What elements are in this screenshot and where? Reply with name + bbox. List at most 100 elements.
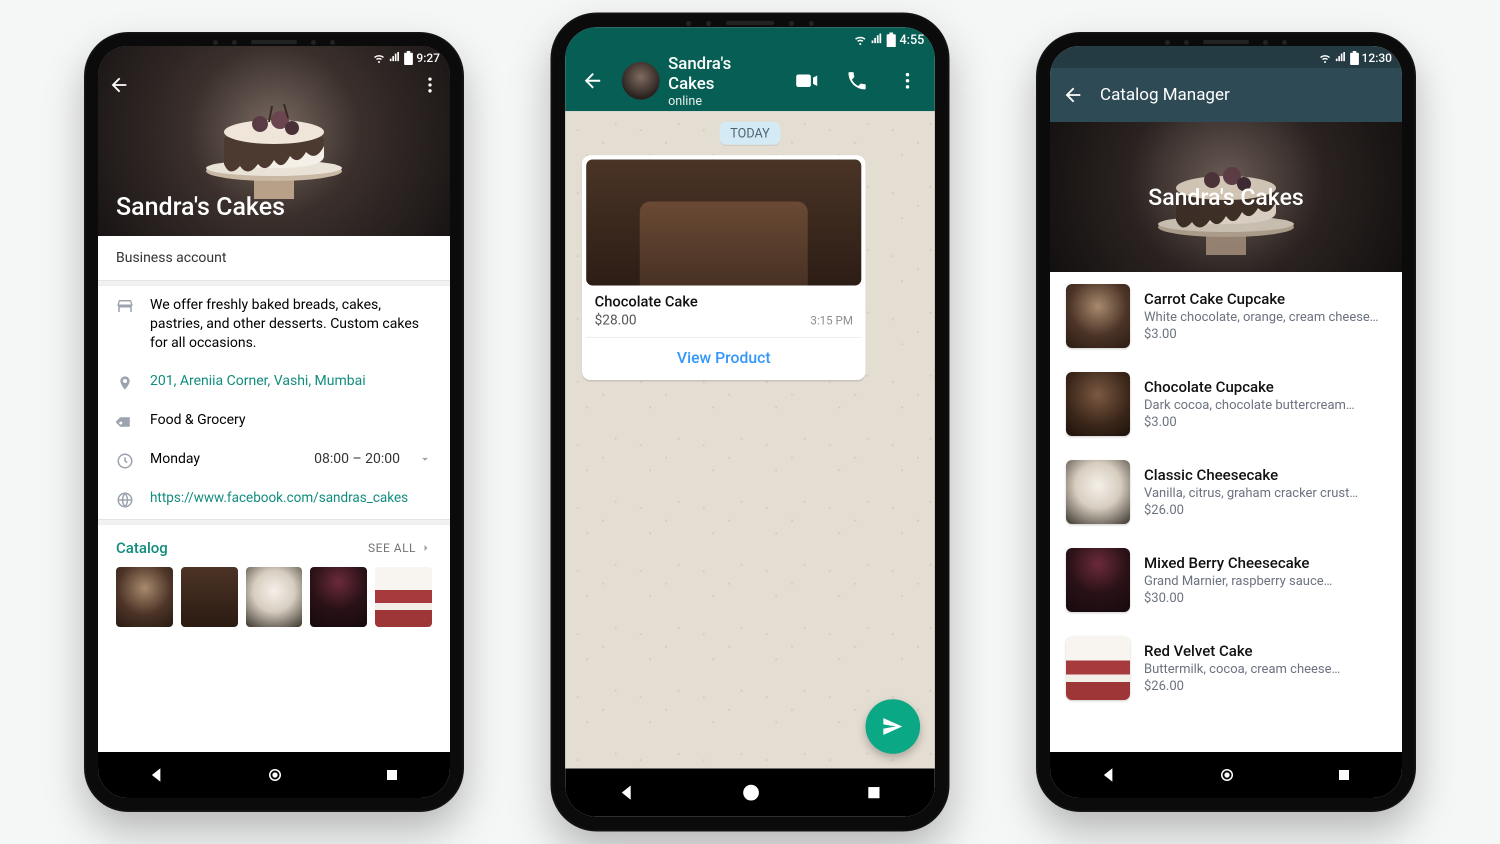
nav-back-icon[interactable] bbox=[617, 783, 636, 802]
status-bar: 4:55 bbox=[565, 27, 935, 50]
product-message-card[interactable]: Chocolate Cake $28.00 3:15 PM View Produ… bbox=[582, 155, 866, 380]
store-icon bbox=[116, 296, 134, 315]
battery-icon bbox=[404, 51, 413, 65]
hours-day: Monday bbox=[150, 451, 200, 467]
signal-icon bbox=[871, 34, 884, 47]
item-name: Red Velvet Cake bbox=[1144, 642, 1340, 660]
send-fab[interactable] bbox=[866, 699, 921, 754]
appbar: Catalog Manager bbox=[1050, 68, 1402, 122]
battery-icon bbox=[887, 32, 896, 47]
date-chip: TODAY bbox=[720, 122, 780, 145]
item-thumb bbox=[1066, 548, 1130, 612]
android-navbar bbox=[565, 769, 935, 817]
chat-status: online bbox=[668, 93, 777, 108]
more-icon[interactable] bbox=[887, 60, 929, 102]
phone-business-profile: 9:27 Sandra's Cakes bbox=[84, 32, 464, 812]
catalog-hero: Sandra's Cakes bbox=[1050, 122, 1402, 272]
nav-recent-icon[interactable] bbox=[384, 767, 400, 783]
android-navbar bbox=[98, 752, 450, 798]
info-description: We offer freshly baked breads, cakes, pa… bbox=[98, 286, 450, 363]
send-icon bbox=[880, 714, 905, 739]
nav-home-icon[interactable] bbox=[1218, 766, 1236, 784]
item-name: Classic Cheesecake bbox=[1144, 466, 1358, 484]
description-text: We offer freshly baked breads, cakes, pa… bbox=[150, 296, 432, 353]
nav-recent-icon[interactable] bbox=[866, 784, 883, 801]
catalog-item[interactable]: Mixed Berry Cheesecake Grand Marnier, ra… bbox=[1050, 536, 1402, 624]
website-link: https://www.facebook.com/sandras_cakes bbox=[150, 490, 408, 506]
catalog-item[interactable]: Chocolate Cupcake Dark cocoa, chocolate … bbox=[1050, 360, 1402, 448]
item-price: $26.00 bbox=[1144, 503, 1358, 518]
catalog-item[interactable]: Carrot Cake Cupcake White chocolate, ora… bbox=[1050, 272, 1402, 360]
more-icon[interactable] bbox=[420, 75, 440, 95]
item-price: $30.00 bbox=[1144, 591, 1332, 606]
item-desc: White chocolate, orange, cream cheese… bbox=[1144, 310, 1379, 325]
hours-times: 08:00 – 20:00 bbox=[314, 451, 400, 467]
item-thumb bbox=[1066, 372, 1130, 436]
chat-title[interactable]: Sandra's Cakes online bbox=[668, 53, 777, 108]
info-hours[interactable]: Monday 08:00 – 20:00 bbox=[98, 441, 450, 480]
info-website[interactable]: https://www.facebook.com/sandras_cakes bbox=[98, 480, 450, 519]
item-thumb bbox=[1066, 636, 1130, 700]
catalog-thumbnails bbox=[98, 565, 450, 635]
catalog-thumb[interactable] bbox=[246, 567, 303, 627]
chevron-right-icon bbox=[420, 542, 432, 554]
item-thumb bbox=[1066, 284, 1130, 348]
nav-recent-icon[interactable] bbox=[1336, 767, 1352, 783]
item-desc: Grand Marnier, raspberry sauce… bbox=[1144, 574, 1332, 589]
nav-home-icon[interactable] bbox=[266, 766, 284, 784]
battery-icon bbox=[1350, 51, 1359, 65]
info-category: Food & Grocery bbox=[98, 402, 450, 441]
product-name: Chocolate Cake bbox=[595, 294, 698, 311]
back-icon[interactable] bbox=[108, 74, 130, 96]
catalog-item[interactable]: Red Velvet Cake Buttermilk, cocoa, cream… bbox=[1050, 624, 1402, 712]
hero-cake-illustration bbox=[184, 76, 364, 206]
catalog-heading: Catalog bbox=[116, 539, 168, 557]
item-price: $3.00 bbox=[1144, 415, 1355, 430]
back-icon[interactable] bbox=[572, 60, 614, 102]
video-call-icon[interactable] bbox=[786, 60, 828, 102]
product-image bbox=[586, 160, 861, 286]
wifi-icon bbox=[853, 34, 868, 47]
wifi-icon bbox=[372, 52, 386, 64]
nav-back-icon[interactable] bbox=[1100, 766, 1118, 784]
item-name: Mixed Berry Cheesecake bbox=[1144, 554, 1332, 572]
item-desc: Buttermilk, cocoa, cream cheese… bbox=[1144, 662, 1340, 677]
nav-home-icon[interactable] bbox=[741, 782, 762, 803]
signal-icon bbox=[1335, 52, 1347, 64]
signal-icon bbox=[389, 52, 401, 64]
profile-hero: 9:27 Sandra's Cakes bbox=[98, 46, 450, 236]
android-navbar bbox=[1050, 752, 1402, 798]
status-bar: 9:27 bbox=[98, 46, 450, 68]
view-product-button[interactable]: View Product bbox=[586, 337, 861, 376]
chat-avatar[interactable] bbox=[622, 62, 660, 100]
nav-back-icon[interactable] bbox=[148, 766, 166, 784]
product-price: $28.00 bbox=[586, 313, 645, 337]
item-thumb bbox=[1066, 460, 1130, 524]
status-time: 4:55 bbox=[899, 32, 924, 47]
location-icon bbox=[116, 373, 134, 392]
status-time: 12:30 bbox=[1362, 51, 1392, 65]
catalog-business-name: Sandra's Cakes bbox=[1148, 184, 1303, 211]
category-text: Food & Grocery bbox=[150, 412, 245, 428]
info-address[interactable]: 201, Areniia Corner, Vashi, Mumbai bbox=[98, 363, 450, 402]
wifi-icon bbox=[1318, 52, 1332, 64]
back-icon[interactable] bbox=[1062, 84, 1084, 106]
item-price: $3.00 bbox=[1144, 327, 1379, 342]
business-name: Sandra's Cakes bbox=[116, 193, 285, 222]
catalog-item[interactable]: Classic Cheesecake Vanilla, citrus, grah… bbox=[1050, 448, 1402, 536]
catalog-thumb[interactable] bbox=[310, 567, 367, 627]
clock-icon bbox=[116, 451, 134, 470]
catalog-thumb[interactable] bbox=[375, 567, 432, 627]
see-all-button[interactable]: SEE ALL bbox=[368, 541, 432, 555]
catalog-thumb[interactable] bbox=[181, 567, 238, 627]
status-bar: 12:30 bbox=[1050, 46, 1402, 68]
tag-icon bbox=[116, 412, 134, 431]
catalog-list: Carrot Cake Cupcake White chocolate, ora… bbox=[1050, 272, 1402, 752]
message-time: 3:15 PM bbox=[810, 314, 861, 328]
chat-area: TODAY Chocolate Cake $28.00 3:15 PM View… bbox=[565, 111, 935, 768]
voice-call-icon[interactable] bbox=[836, 60, 878, 102]
item-price: $26.00 bbox=[1144, 679, 1340, 694]
phone-catalog-manager: 12:30 Catalog Manager Sandra's Cakes bbox=[1036, 32, 1416, 812]
catalog-thumb[interactable] bbox=[116, 567, 173, 627]
chevron-down-icon bbox=[418, 452, 432, 466]
